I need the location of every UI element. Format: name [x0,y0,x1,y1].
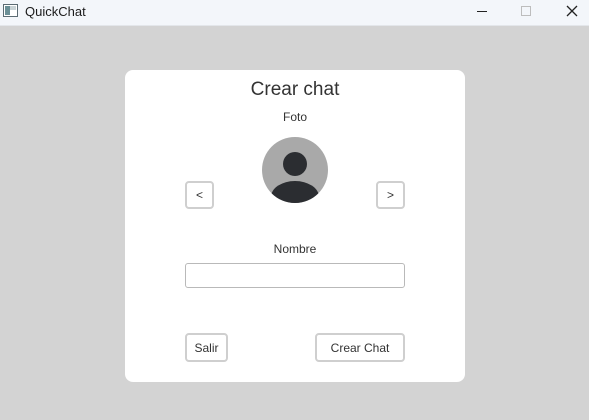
maximize-button[interactable] [511,0,541,22]
create-chat-card: Crear chat Foto < > Nombre Salir Crear C… [125,70,465,382]
window-title: QuickChat [25,4,86,19]
maximize-icon [521,6,531,16]
close-button[interactable] [557,0,587,22]
minimize-button[interactable] [467,0,497,22]
create-chat-button[interactable]: Crear Chat [315,333,405,362]
minimize-icon [477,10,487,12]
name-label: Nombre [273,242,317,256]
previous-photo-button[interactable]: < [185,181,214,209]
dialog-heading: Crear chat [250,79,340,100]
next-photo-button[interactable]: > [376,181,405,209]
close-icon [566,5,578,17]
exit-button[interactable]: Salir [185,333,228,362]
app-window-icon [3,4,18,17]
title-bar: QuickChat [0,0,589,26]
name-input[interactable] [185,263,405,288]
user-avatar-icon [262,137,328,203]
photo-label: Foto [282,110,307,124]
